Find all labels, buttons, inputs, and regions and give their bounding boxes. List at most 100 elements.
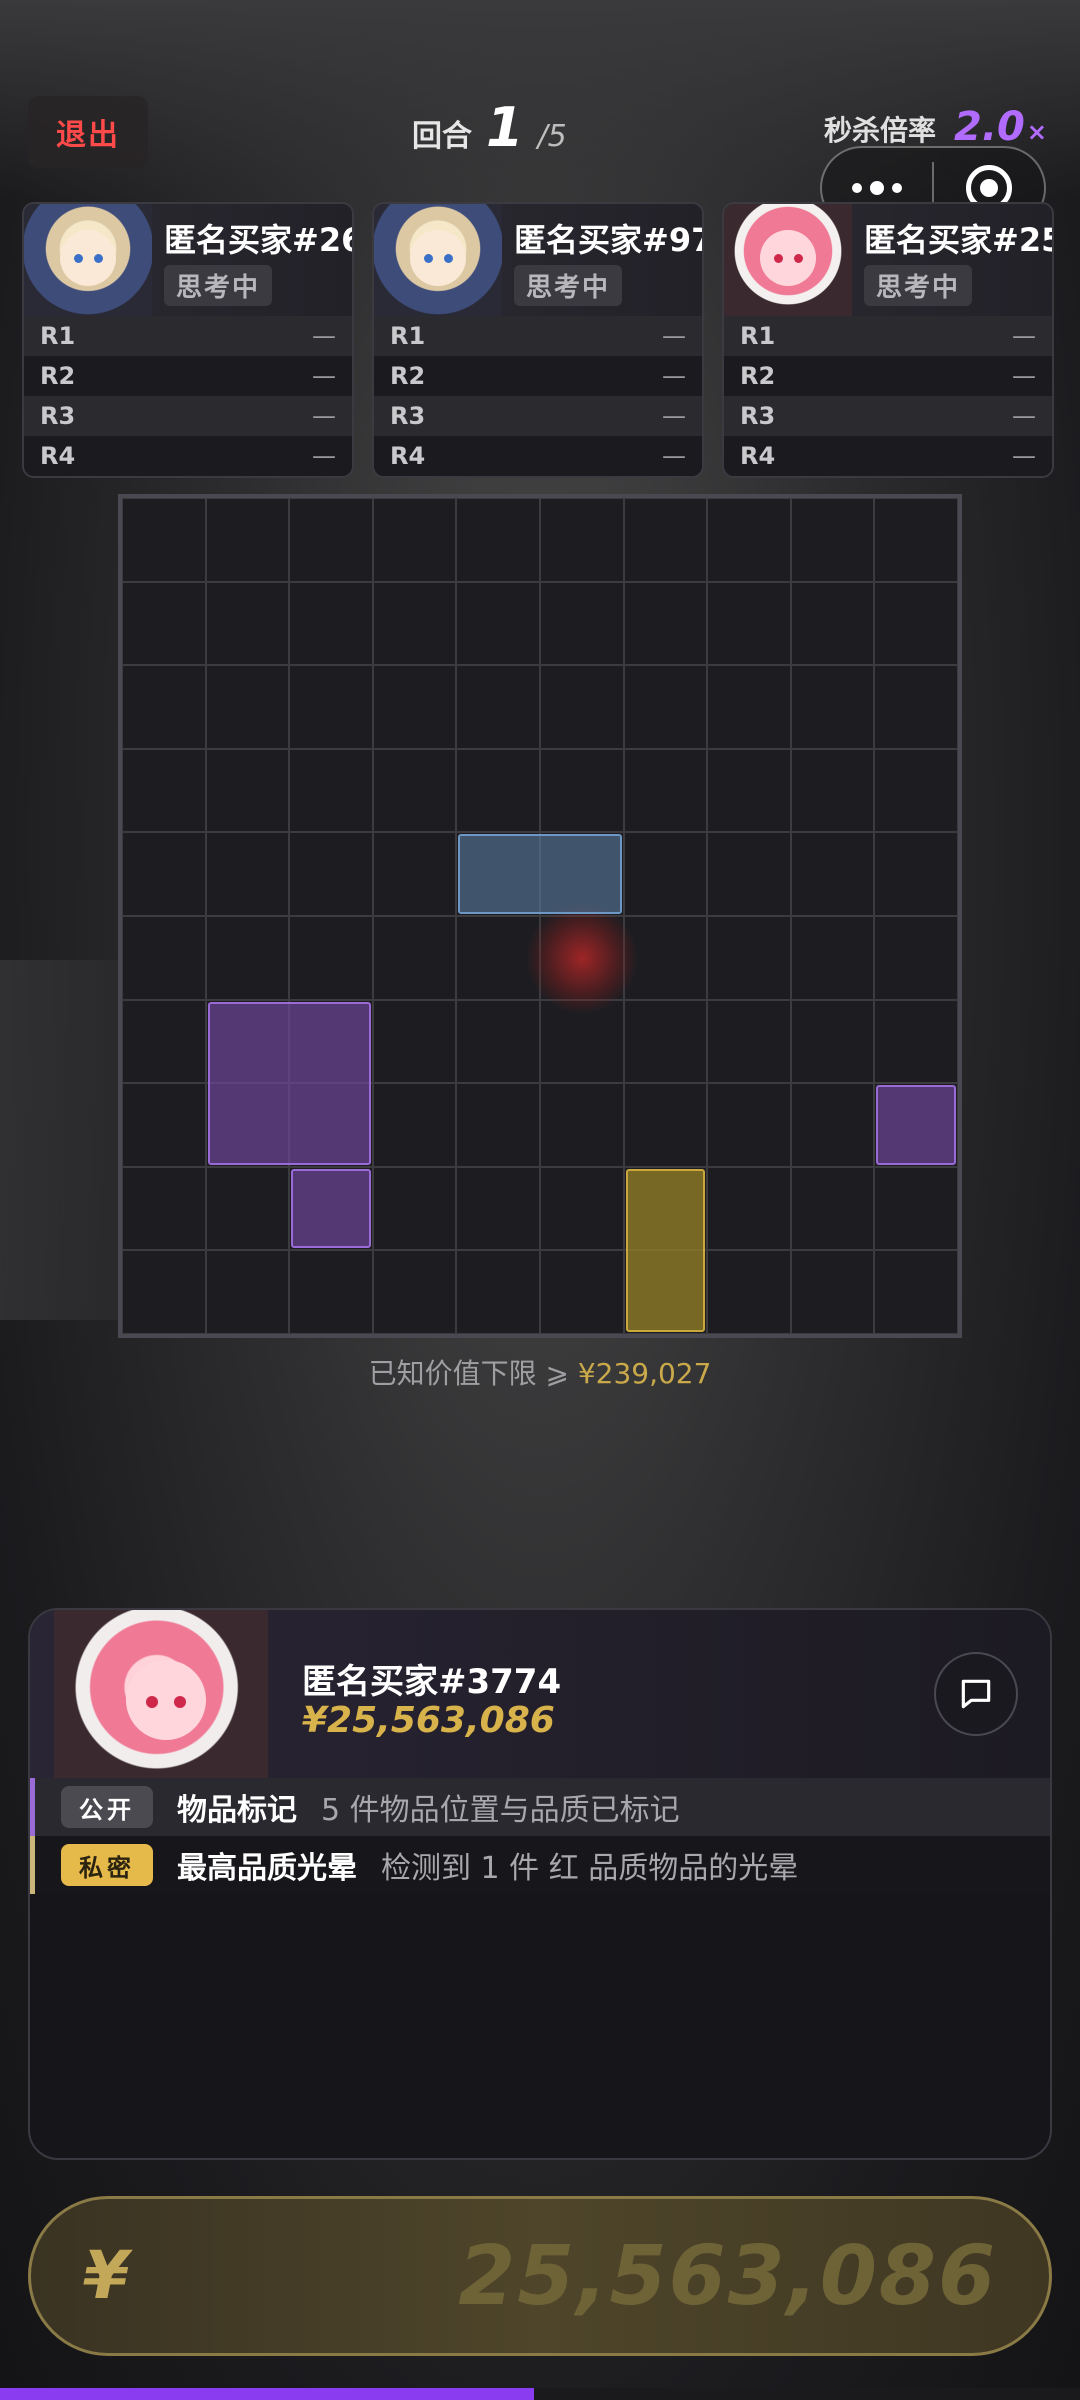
grid-cell[interactable] xyxy=(122,748,206,833)
known-value-floor: 已知价值下限 ⩾ ¥239,027 xyxy=(0,1352,1080,1392)
grid-cell[interactable] xyxy=(456,1083,540,1167)
grid-cell[interactable] xyxy=(205,665,290,749)
grid-cell[interactable] xyxy=(456,1166,540,1251)
grid-cell[interactable] xyxy=(540,1250,624,1334)
grid-cell[interactable] xyxy=(707,1250,791,1334)
grid-cell[interactable] xyxy=(790,916,875,1000)
grid-cell[interactable] xyxy=(707,498,791,582)
grid-cell[interactable] xyxy=(456,665,540,749)
grid-cell[interactable] xyxy=(122,498,206,582)
grid-cell[interactable] xyxy=(623,748,708,833)
grid-cell[interactable] xyxy=(540,1166,624,1251)
opponent-cards: 匿名买家#26 思考中 R1— R2— R3— R4— 匿名买家#97 思考中 … xyxy=(22,202,1062,478)
grid-cell[interactable] xyxy=(707,916,791,1000)
grid-cell[interactable] xyxy=(790,1250,875,1334)
grid-cell[interactable] xyxy=(205,581,290,666)
grid-cell[interactable] xyxy=(122,1166,206,1251)
grid-cell[interactable] xyxy=(122,665,206,749)
grid-cell[interactable] xyxy=(122,832,206,916)
grid-cell[interactable] xyxy=(790,498,875,582)
grid-cell[interactable] xyxy=(456,1250,540,1334)
grid-cell[interactable] xyxy=(205,498,290,582)
grid-cell[interactable] xyxy=(205,916,290,1000)
grid-cell[interactable] xyxy=(707,748,791,833)
grid-cell[interactable] xyxy=(289,581,373,666)
grid-cell[interactable] xyxy=(122,1083,206,1167)
marked-item-purple[interactable] xyxy=(291,1168,371,1249)
chat-bubble-icon[interactable] xyxy=(934,1652,1018,1736)
grid-cell[interactable] xyxy=(289,832,373,916)
grid-cell[interactable] xyxy=(623,581,708,666)
marked-item-purple[interactable] xyxy=(876,1085,956,1165)
grid-cell[interactable] xyxy=(456,581,540,666)
grid-cell[interactable] xyxy=(623,1083,708,1167)
grid-cell[interactable] xyxy=(874,748,958,833)
exit-button[interactable]: 退出 xyxy=(28,96,148,168)
marked-item-gold[interactable] xyxy=(625,1168,706,1332)
grid-cell[interactable] xyxy=(707,1166,791,1251)
grid-cell[interactable] xyxy=(205,832,290,916)
grid-cell[interactable] xyxy=(540,1083,624,1167)
grid-cell[interactable] xyxy=(540,665,624,749)
grid-cell[interactable] xyxy=(790,748,875,833)
grid-cell[interactable] xyxy=(623,498,708,582)
grid-cell[interactable] xyxy=(372,748,457,833)
grid-cell[interactable] xyxy=(372,1166,457,1251)
grid-cell[interactable] xyxy=(707,999,791,1084)
grid-cell[interactable] xyxy=(707,581,791,666)
grid-cell[interactable] xyxy=(874,916,958,1000)
grid-cell[interactable] xyxy=(707,832,791,916)
grid-cell[interactable] xyxy=(707,1083,791,1167)
grid-cell[interactable] xyxy=(540,498,624,582)
grid-cell[interactable] xyxy=(122,1250,206,1334)
grid-cell[interactable] xyxy=(790,665,875,749)
marked-item-purple[interactable] xyxy=(207,1001,371,1165)
grid-cell[interactable] xyxy=(707,665,791,749)
round-row: R3— xyxy=(724,396,1052,436)
grid-cell[interactable] xyxy=(205,1166,290,1251)
marked-item-blue[interactable] xyxy=(458,834,622,914)
grid-cell[interactable] xyxy=(122,916,206,1000)
bid-input[interactable]: ¥ 25,563,086 xyxy=(28,2196,1052,2356)
grid-cell[interactable] xyxy=(623,999,708,1084)
grid-cell[interactable] xyxy=(372,1250,457,1334)
grid-cell[interactable] xyxy=(790,581,875,666)
grid-cell[interactable] xyxy=(623,665,708,749)
grid-cell[interactable] xyxy=(205,1250,290,1334)
grid-cell[interactable] xyxy=(456,999,540,1084)
grid-cell[interactable] xyxy=(122,999,206,1084)
grid-cell[interactable] xyxy=(372,1083,457,1167)
item-grid[interactable] xyxy=(118,494,962,1338)
grid-cell[interactable] xyxy=(874,498,958,582)
grid-cell[interactable] xyxy=(623,832,708,916)
grid-cell[interactable] xyxy=(874,665,958,749)
known-value-amount: ¥239,027 xyxy=(577,1357,712,1390)
grid-cell[interactable] xyxy=(289,498,373,582)
grid-cell[interactable] xyxy=(372,581,457,666)
grid-cell[interactable] xyxy=(122,581,206,666)
grid-cell[interactable] xyxy=(372,498,457,582)
grid-cell[interactable] xyxy=(790,832,875,916)
grid-cell[interactable] xyxy=(874,999,958,1084)
grid-cell[interactable] xyxy=(372,999,457,1084)
grid-cell[interactable] xyxy=(540,581,624,666)
grid-cell[interactable] xyxy=(289,748,373,833)
grid-cell[interactable] xyxy=(874,1250,958,1334)
grid-cell[interactable] xyxy=(456,748,540,833)
grid-cell[interactable] xyxy=(790,999,875,1084)
grid-cell[interactable] xyxy=(874,832,958,916)
grid-cell[interactable] xyxy=(372,916,457,1000)
grid-cell[interactable] xyxy=(456,498,540,582)
grid-cell[interactable] xyxy=(540,748,624,833)
grid-cell[interactable] xyxy=(372,832,457,916)
multiplier-label: 秒杀倍率 xyxy=(824,114,937,147)
grid-cell[interactable] xyxy=(874,581,958,666)
grid-cell[interactable] xyxy=(289,1250,373,1334)
grid-cell[interactable] xyxy=(790,1166,875,1251)
grid-cell[interactable] xyxy=(874,1166,958,1251)
grid-cell[interactable] xyxy=(372,665,457,749)
grid-cell[interactable] xyxy=(205,748,290,833)
grid-cell[interactable] xyxy=(790,1083,875,1167)
grid-cell[interactable] xyxy=(289,916,373,1000)
grid-cell[interactable] xyxy=(289,665,373,749)
